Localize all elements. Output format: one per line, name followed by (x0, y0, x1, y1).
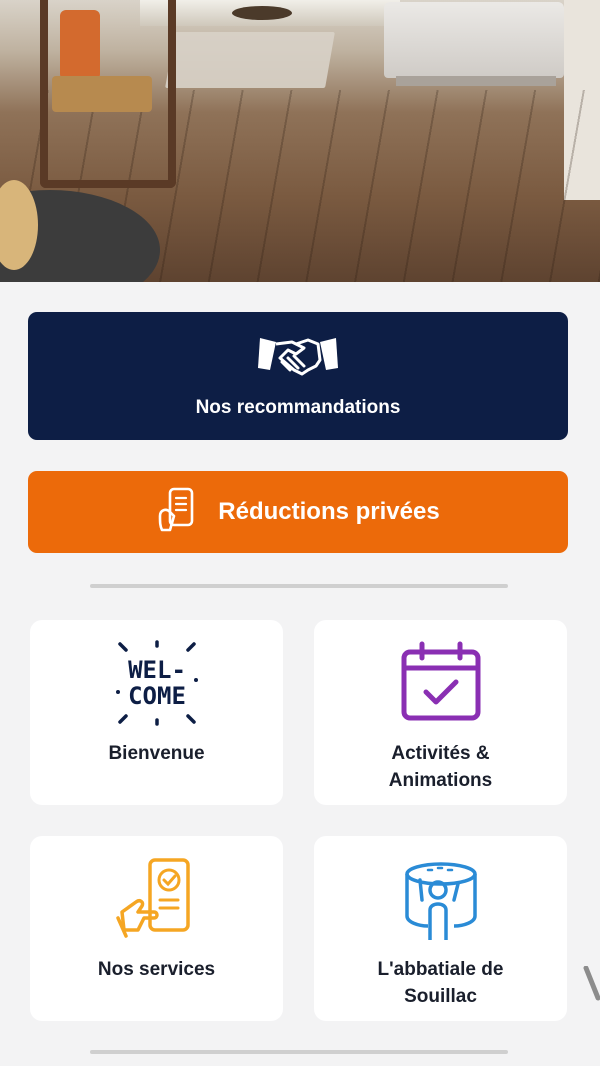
tile-activities-label: Activités & Animations (388, 743, 493, 791)
recommendations-label: Nos recommandations (195, 396, 401, 418)
virtual-reality-icon (398, 856, 484, 942)
phone-checklist-icon (114, 856, 200, 942)
welcome-icon-text-2: COME (128, 682, 186, 710)
section-divider (90, 584, 508, 588)
private-discounts-label: Réductions privées (218, 498, 440, 525)
tile-activities[interactable]: Activités & Animations (314, 620, 567, 805)
scroll-edge-mark (582, 965, 600, 1002)
welcome-icon-text-1: WEL- (128, 656, 186, 684)
tile-abbey-label: L'abbatiale de Souillac (377, 959, 504, 1007)
hero-photo (0, 0, 600, 282)
recommendations-button[interactable]: Nos recommandations (28, 312, 568, 440)
private-discounts-button[interactable]: Réductions privées (28, 471, 568, 553)
handshake-icon (258, 334, 338, 385)
tile-welcome-label: Bienvenue (108, 743, 205, 764)
hero-chair (40, 0, 176, 188)
calendar-check-icon (398, 640, 484, 726)
hero-sofa (384, 2, 564, 78)
tile-services[interactable]: Nos services (30, 836, 283, 1021)
hero-sofa-base (396, 76, 556, 86)
tile-abbey[interactable]: L'abbatiale de Souillac (314, 836, 567, 1021)
hero-coffee-table (232, 6, 292, 20)
phone-ticket-icon (156, 486, 200, 539)
section-divider-bottom (90, 1050, 508, 1054)
hero-rug (165, 32, 335, 88)
tile-services-label: Nos services (97, 959, 216, 980)
tile-welcome[interactable]: WEL- COME Bienvenue (30, 620, 283, 805)
welcome-icon: WEL- COME (114, 640, 200, 726)
